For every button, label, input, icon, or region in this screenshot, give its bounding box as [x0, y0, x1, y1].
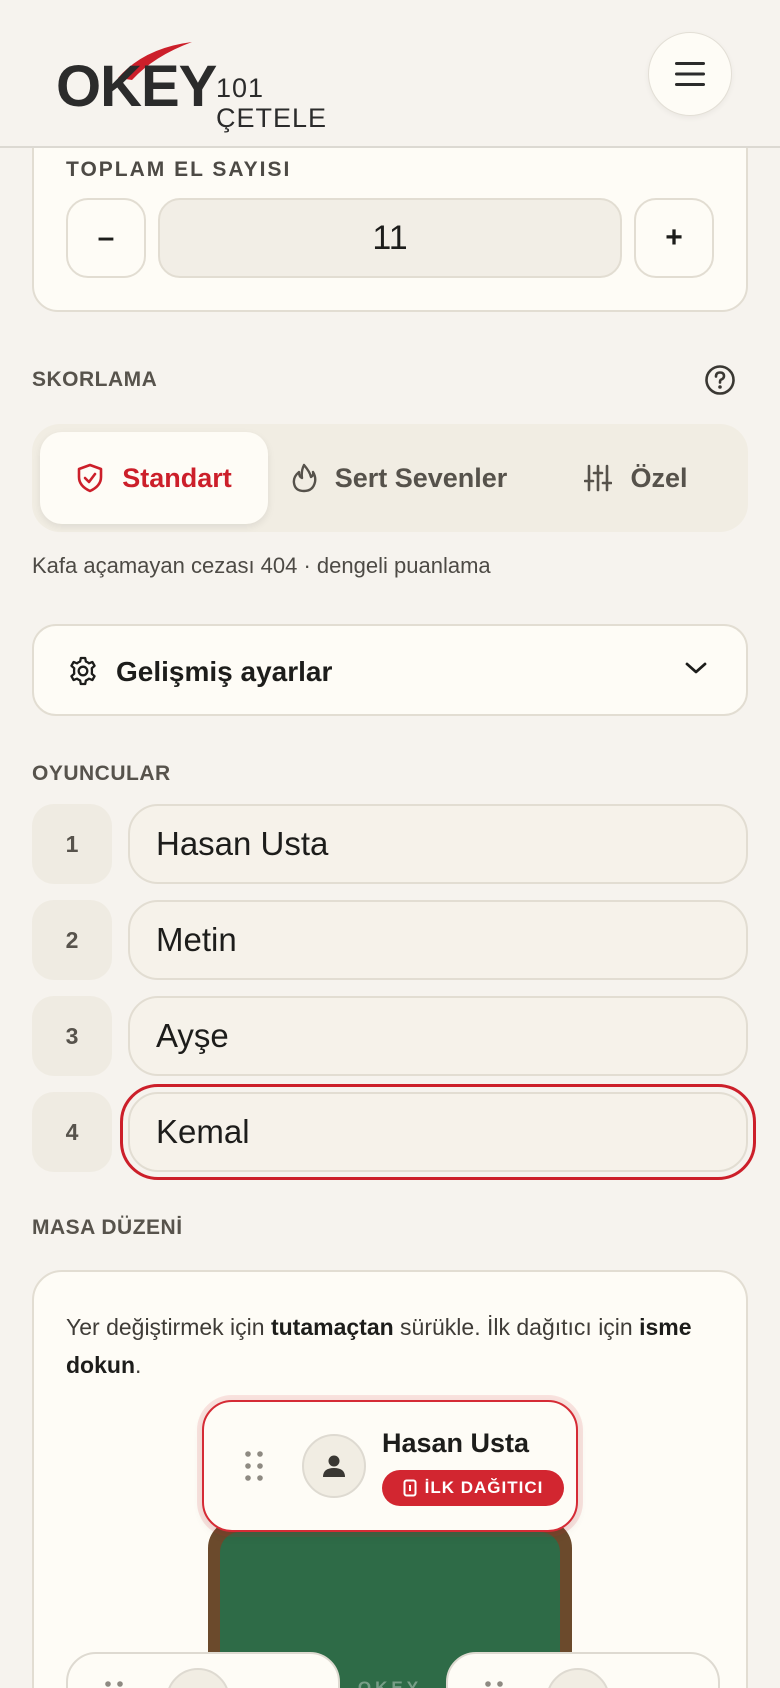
- scoring-segmented-control: Standart Sert Sevenler Özel: [32, 424, 748, 532]
- avatar: [302, 1434, 366, 1498]
- table-instructions: Yer değiştirmek için tutamaçtan sürükle.…: [66, 1314, 692, 1378]
- player-number: 1: [32, 804, 112, 884]
- gear-icon: [70, 656, 96, 686]
- question-circle-icon[interactable]: [704, 364, 736, 396]
- seat-left[interactable]: [66, 1652, 340, 1688]
- player-name-input[interactable]: Kemal: [120, 1084, 756, 1180]
- advanced-settings-toggle[interactable]: Gelişmiş ayarlar: [32, 624, 748, 716]
- first-dealer-badge: İLK DAĞITICI: [382, 1470, 564, 1506]
- scoring-option-label: Sert Sevenler: [334, 462, 508, 493]
- scoring-label: SKORLAMA: [32, 368, 158, 391]
- drag-handle-icon[interactable]: [484, 1680, 504, 1688]
- player-name-input[interactable]: Hasan Usta: [128, 804, 748, 884]
- card-icon: [403, 1479, 417, 1497]
- player-number: 4: [32, 1092, 112, 1172]
- avatar: [166, 1668, 230, 1688]
- logo-subtitle: 101 ÇETELE: [216, 73, 328, 133]
- player-name-input[interactable]: Ayşe: [128, 996, 748, 1076]
- hamburger-menu-icon: [675, 62, 705, 86]
- scoring-option-sert-sevenler[interactable]: Sert Sevenler: [276, 432, 522, 524]
- scoring-option-label: Standart: [122, 462, 232, 493]
- logo-text: OKEY: [56, 54, 217, 119]
- advanced-settings-label: Gelişmiş ayarlar: [116, 656, 333, 687]
- user-icon: [323, 1455, 345, 1477]
- hand-count-value[interactable]: 11: [158, 198, 622, 278]
- drag-handle-icon[interactable]: [244, 1450, 264, 1482]
- table-layout-label: MASA DÜZENİ: [32, 1216, 183, 1239]
- hand-count-label: TOPLAM EL SAYISI: [66, 158, 292, 181]
- flame-icon: [292, 463, 317, 493]
- sliders-icon: [584, 464, 613, 492]
- menu-button[interactable]: [648, 32, 732, 116]
- player-name-input[interactable]: Metin: [128, 900, 748, 980]
- seat-player-name[interactable]: Hasan Usta: [382, 1428, 529, 1459]
- scoring-description: Kafa açamayan cezası 404 · dengeli puanl…: [32, 553, 491, 578]
- decrement-button[interactable]: –: [66, 198, 146, 278]
- avatar: [546, 1668, 610, 1688]
- chevron-down-icon: [685, 662, 707, 674]
- players-label: OYUNCULAR: [32, 762, 171, 785]
- app-header: OKEY 101 ÇETELE: [0, 0, 780, 148]
- scoring-option-standart[interactable]: Standart: [40, 432, 268, 524]
- app-logo[interactable]: OKEY 101 ÇETELE: [56, 42, 356, 133]
- increment-button[interactable]: +: [634, 198, 714, 278]
- player-number: 2: [32, 900, 112, 980]
- scoring-option-ozel[interactable]: Özel: [554, 432, 718, 524]
- scoring-option-label: Özel: [630, 462, 688, 493]
- seat-top[interactable]: Hasan Usta İLK DAĞITICI: [202, 1400, 578, 1532]
- player-number: 3: [32, 996, 112, 1076]
- drag-handle-icon[interactable]: [104, 1680, 124, 1688]
- shield-icon: [77, 463, 103, 493]
- seat-right[interactable]: [446, 1652, 720, 1688]
